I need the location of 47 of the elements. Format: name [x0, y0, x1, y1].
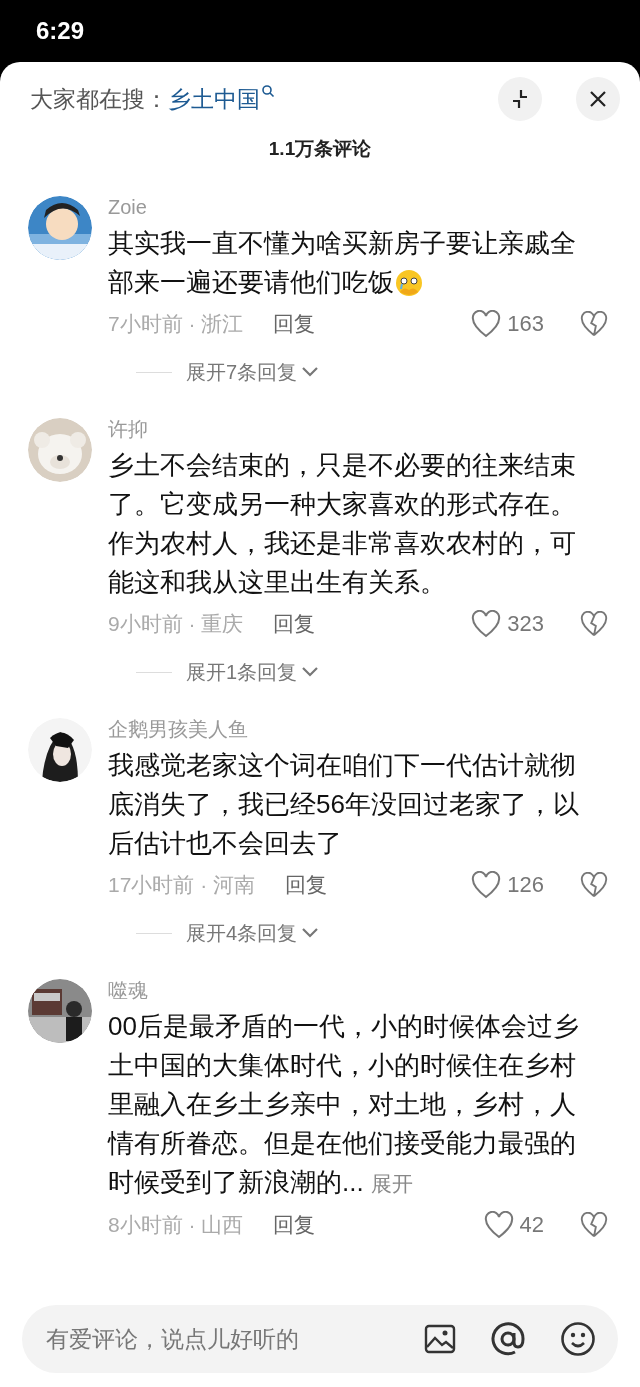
comment-text: 其实我一直不懂为啥买新房子要让亲戚全部来一遍还要请他们吃饭: [108, 227, 577, 300]
expand-replies-link[interactable]: 展开4条回复: [186, 919, 298, 947]
collapse-button[interactable]: [498, 77, 542, 121]
chevron-down-icon[interactable]: [301, 366, 320, 378]
close-icon[interactable]: [589, 90, 607, 108]
image-icon[interactable]: [424, 1324, 456, 1354]
time-location: 8小时前 · 山西: [108, 1212, 244, 1238]
time-location: 7小时前 · 浙江: [108, 311, 244, 337]
close-button[interactable]: [576, 77, 620, 121]
like-count: 42: [519, 1212, 544, 1238]
heart-icon[interactable]: [471, 871, 502, 899]
comment-text: 乡土不会结束的，只是不必要的往来结束了。它变成另一种大家喜欢的形式存在。作为农村人，我还是非常喜欢农村的，可能这和我从这里出生有关系。: [108, 449, 577, 599]
trending-label: 大家都在搜：: [30, 84, 168, 114]
reply-link[interactable]: 回复: [285, 871, 328, 899]
time-location: 9小时前 · 重庆: [108, 611, 244, 637]
username[interactable]: 许抑: [108, 414, 608, 444]
comment-input[interactable]: 有爱评论，说点儿好听的: [44, 1324, 390, 1354]
comment-text: 我感觉老家这个词在咱们下一代估计就彻底消失了，我已经56年没回过老家了，以后估计也不会回去了: [108, 749, 580, 860]
broken-heart-icon[interactable]: [580, 311, 608, 337]
heart-icon[interactable]: [471, 310, 502, 338]
username[interactable]: Zoie: [108, 192, 608, 222]
reply-link[interactable]: 回复: [273, 1211, 316, 1239]
chevron-down-icon[interactable]: [301, 927, 320, 939]
expand-replies-link[interactable]: 展开1条回复: [186, 658, 298, 686]
expand-replies-link[interactable]: 展开7条回复: [186, 358, 298, 386]
like-count: 126: [507, 872, 544, 898]
heart-icon[interactable]: [471, 610, 502, 638]
broken-heart-icon[interactable]: [580, 872, 608, 898]
emoji-icon[interactable]: [560, 1321, 596, 1357]
search-icon[interactable]: [261, 83, 275, 98]
broken-heart-icon[interactable]: [580, 611, 608, 637]
trending-search-link[interactable]: 乡土中国: [168, 83, 275, 115]
status-time: 6:29: [36, 17, 85, 45]
reply-link[interactable]: 回复: [273, 610, 316, 638]
username[interactable]: 噬魂: [108, 975, 608, 1005]
mention-icon[interactable]: [490, 1321, 526, 1357]
heart-icon[interactable]: [483, 1211, 514, 1239]
reply-link[interactable]: 回复: [273, 310, 316, 338]
like-count: 323: [507, 611, 544, 637]
expand-link[interactable]: 展开: [370, 1172, 413, 1195]
username[interactable]: 企鹅男孩美人鱼: [108, 714, 608, 744]
broken-heart-icon[interactable]: [580, 1212, 608, 1238]
like-count: 163: [507, 311, 544, 337]
comment-text: 00后是最矛盾的一代，小的时候体会过乡土中国的大集体时代，小的时候住在乡村里融入在乡土乡亲中，对土地，乡村，人情有所眷恋。但是在他们接受能力最强的时候受到了新浪潮的... 展开: [108, 1010, 580, 1199]
time-location: 17小时前 · 河南: [108, 872, 256, 898]
chevron-down-icon[interactable]: [301, 666, 320, 678]
comment-count-title: 1.1万条评论: [267, 137, 373, 161]
